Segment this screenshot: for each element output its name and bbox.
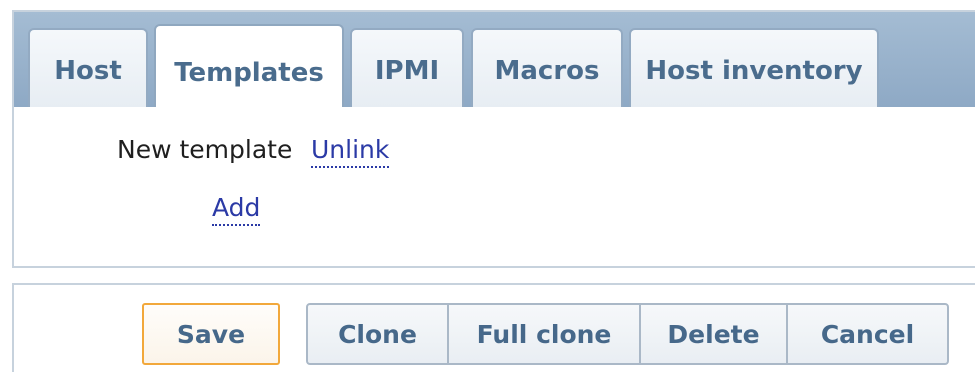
full-clone-button-label: Full clone — [476, 319, 612, 349]
new-template-label: New template — [117, 135, 293, 164]
tab-ipmi-label: IPMI — [374, 56, 440, 86]
add-template-link[interactable]: Add — [212, 193, 261, 226]
save-button[interactable]: Save — [142, 303, 280, 365]
form-actions: Save Clone Full clone Delete Cancel — [12, 283, 975, 372]
tab-templates[interactable]: Templates — [154, 24, 344, 108]
tab-macros[interactable]: Macros — [471, 28, 623, 107]
host-form-panel: Host Templates IPMI Macros Host inventor… — [12, 10, 975, 268]
tab-templates-label: Templates — [174, 58, 324, 88]
save-button-label: Save — [176, 319, 246, 349]
tab-host[interactable]: Host — [28, 28, 148, 107]
templates-tab-content: New template Unlink Add — [14, 107, 975, 266]
tab-host-label: Host — [54, 56, 122, 86]
unlink-link[interactable]: Unlink — [311, 135, 390, 168]
tab-host-inventory[interactable]: Host inventory — [629, 28, 879, 107]
tab-macros-label: Macros — [494, 56, 600, 86]
full-clone-button[interactable]: Full clone — [447, 303, 640, 365]
clone-button[interactable]: Clone — [306, 303, 448, 365]
tab-host-inventory-label: Host inventory — [645, 56, 863, 86]
tab-bar: Host Templates IPMI Macros Host inventor… — [14, 12, 975, 108]
delete-button[interactable]: Delete — [639, 303, 787, 365]
delete-button-label: Delete — [667, 319, 760, 349]
cancel-button[interactable]: Cancel — [786, 303, 949, 365]
cancel-button-label: Cancel — [820, 319, 915, 349]
tab-ipmi[interactable]: IPMI — [350, 28, 464, 107]
clone-button-label: Clone — [338, 319, 417, 349]
